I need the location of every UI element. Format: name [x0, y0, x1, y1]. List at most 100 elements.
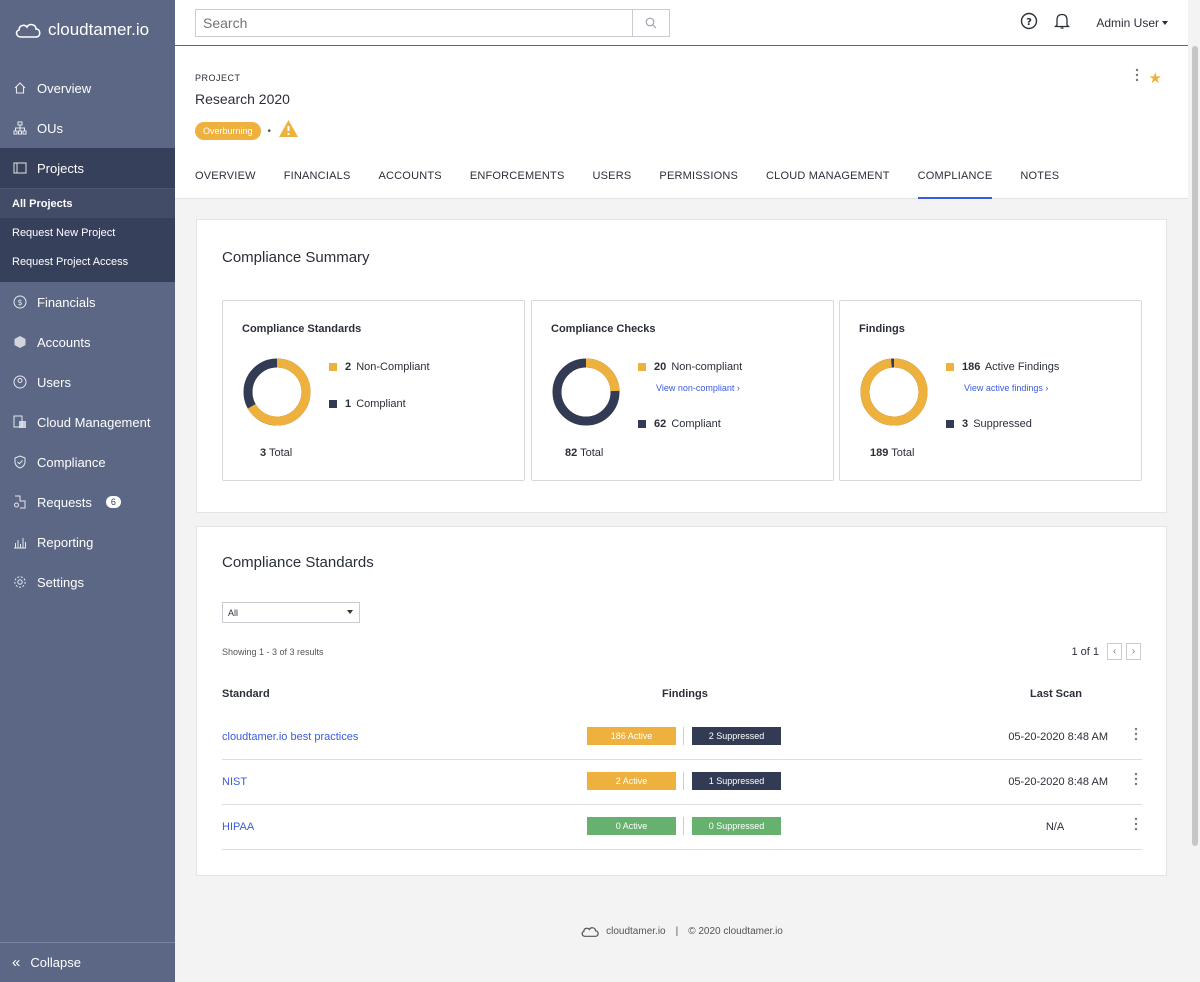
bar-chart-icon: [12, 535, 27, 550]
view-noncompliant-link[interactable]: View non-compliant ›: [656, 383, 740, 393]
subnav-item-request-project-access[interactable]: Request Project Access: [0, 247, 175, 276]
warning-icon[interactable]: [278, 119, 299, 143]
sidebar-item-compliance[interactable]: Compliance: [0, 442, 175, 482]
sidebar-item-users[interactable]: Users: [0, 362, 175, 402]
requests-icon: [12, 495, 27, 510]
suppressed-findings-badge[interactable]: 2 Suppressed: [692, 727, 781, 745]
suppressed-count: 3: [962, 418, 969, 430]
legend-swatch: [946, 420, 954, 428]
next-page-button[interactable]: ›: [1126, 643, 1141, 660]
table-row: NIST 2 Active 1 Suppressed 05-20-2020 8:…: [222, 760, 1142, 805]
tab-compliance[interactable]: COMPLIANCE: [917, 170, 993, 199]
topbar: ? Admin User: [175, 0, 1188, 46]
tab-users[interactable]: USERS: [593, 170, 632, 199]
header-actions: ★: [1135, 68, 1162, 87]
sidebar-item-overview[interactable]: Overview: [0, 68, 175, 108]
findings-active-arc: [860, 358, 928, 426]
help-icon[interactable]: ?: [1020, 12, 1038, 33]
sidebar-item-label: Reporting: [37, 534, 94, 550]
notifications-bell-icon[interactable]: [1054, 12, 1071, 33]
tab-enforcements[interactable]: ENFORCEMENTS: [470, 170, 565, 199]
last-scan-time: 05-20-2020 8:48 AM: [1008, 776, 1108, 788]
sidebar-nav: Overview OUs Projects All Projects Reque…: [0, 68, 175, 602]
more-vertical-icon[interactable]: [1135, 68, 1139, 87]
sidebar-item-label: Compliance: [37, 454, 106, 470]
page-scrollbar[interactable]: [1192, 46, 1198, 846]
suppressed-findings-badge[interactable]: 1 Suppressed: [692, 772, 781, 790]
sidebar-item-ous[interactable]: OUs: [0, 108, 175, 148]
favorite-star-icon[interactable]: ★: [1149, 69, 1162, 87]
column-header-standard[interactable]: Standard: [222, 688, 270, 700]
standards-total: 3 Total: [260, 447, 293, 459]
suppressed-findings-badge[interactable]: 0 Suppressed: [692, 817, 781, 835]
status-badge: Overburning: [195, 122, 261, 140]
sidebar-item-label: OUs: [37, 120, 63, 136]
column-header-last-scan[interactable]: Last Scan: [1030, 688, 1082, 700]
compliance-standards-tile: Compliance Standards 2 Non-Compliant 1 C…: [222, 300, 525, 481]
chevron-right-icon: ›: [1131, 646, 1136, 657]
sidebar-item-accounts[interactable]: Accounts: [0, 322, 175, 362]
tab-overview[interactable]: OVERVIEW: [195, 170, 256, 199]
sidebar-item-label: Cloud Management: [37, 414, 151, 430]
tab-financials[interactable]: FINANCIALS: [284, 170, 351, 199]
active-findings-badge[interactable]: 2 Active: [587, 772, 676, 790]
sidebar-item-financials[interactable]: $ Financials: [0, 282, 175, 322]
checks-donut: [552, 358, 620, 426]
sidebar-item-cloud-management[interactable]: Cloud Management: [0, 402, 175, 442]
servers-icon: [12, 415, 27, 430]
gear-icon: [12, 575, 27, 590]
row-more-icon[interactable]: [1134, 772, 1138, 791]
user-menu[interactable]: Admin User: [1096, 16, 1168, 30]
row-more-icon[interactable]: [1134, 817, 1138, 836]
sidebar-item-settings[interactable]: Settings: [0, 562, 175, 602]
sidebar-item-projects[interactable]: Projects: [0, 148, 175, 188]
subnav-item-all-projects[interactable]: All Projects: [0, 189, 175, 218]
sidebar-item-label: Financials: [37, 294, 96, 310]
legend-compliant: 1 Compliant: [329, 398, 406, 410]
table-row: cloudtamer.io best practices 186 Active …: [222, 715, 1142, 760]
sidebar-collapse-button[interactable]: « Collapse: [0, 942, 175, 982]
standard-link[interactable]: cloudtamer.io best practices: [222, 731, 358, 743]
home-icon: [12, 81, 27, 96]
legend-noncompliant: 2 Non-Compliant: [329, 361, 430, 373]
search-button[interactable]: [632, 10, 669, 36]
active-count: 186: [962, 361, 981, 373]
brand-logo[interactable]: cloudtamer.io: [0, 0, 175, 60]
sidebar-item-requests[interactable]: Requests 6: [0, 482, 175, 522]
org-tree-icon: [12, 121, 27, 136]
sidebar-item-label: Projects: [37, 160, 84, 176]
standard-link[interactable]: HIPAA: [222, 821, 254, 833]
column-header-findings: Findings: [662, 688, 708, 700]
legend-swatch: [329, 363, 337, 371]
search-input[interactable]: [196, 10, 632, 36]
prev-page-button[interactable]: ‹: [1107, 643, 1122, 660]
subnav-item-request-new-project[interactable]: Request New Project: [0, 218, 175, 247]
standards-filter-select[interactable]: All: [222, 602, 360, 623]
active-findings-badge[interactable]: 0 Active: [587, 817, 676, 835]
footer-copyright: © 2020 cloudtamer.io: [688, 926, 783, 937]
tab-accounts[interactable]: ACCOUNTS: [378, 170, 441, 199]
compliance-standards-title: Compliance Standards: [222, 554, 374, 571]
suppressed-label: Suppressed: [973, 418, 1032, 430]
user-name: Admin User: [1096, 15, 1159, 30]
project-label: PROJECT: [195, 73, 241, 83]
standard-link[interactable]: NIST: [222, 776, 247, 788]
tab-permissions[interactable]: PERMISSIONS: [659, 170, 738, 199]
view-active-findings-link[interactable]: View active findings ›: [964, 383, 1048, 393]
search-box: [195, 9, 670, 37]
row-more-icon[interactable]: [1134, 727, 1138, 746]
tab-notes[interactable]: NOTES: [1020, 170, 1059, 199]
footer-divider: |: [675, 926, 679, 937]
legend-swatch: [946, 363, 954, 371]
sidebar-item-label: Users: [37, 374, 71, 390]
active-findings-badge[interactable]: 186 Active: [587, 727, 676, 745]
sidebar-item-reporting[interactable]: Reporting: [0, 522, 175, 562]
svg-text:?: ?: [1026, 17, 1032, 28]
tile-title: Findings: [859, 323, 905, 335]
project-tabs: OVERVIEW FINANCIALS ACCOUNTS ENFORCEMENT…: [195, 170, 1059, 199]
sidebar: cloudtamer.io Overview OUs Projects All …: [0, 0, 175, 982]
active-label: Active Findings: [984, 361, 1060, 373]
project-status-row: Overburning •: [195, 119, 299, 143]
footer-brand: cloudtamer.io: [606, 926, 666, 937]
tab-cloud-management[interactable]: CLOUD MANAGEMENT: [766, 170, 890, 199]
